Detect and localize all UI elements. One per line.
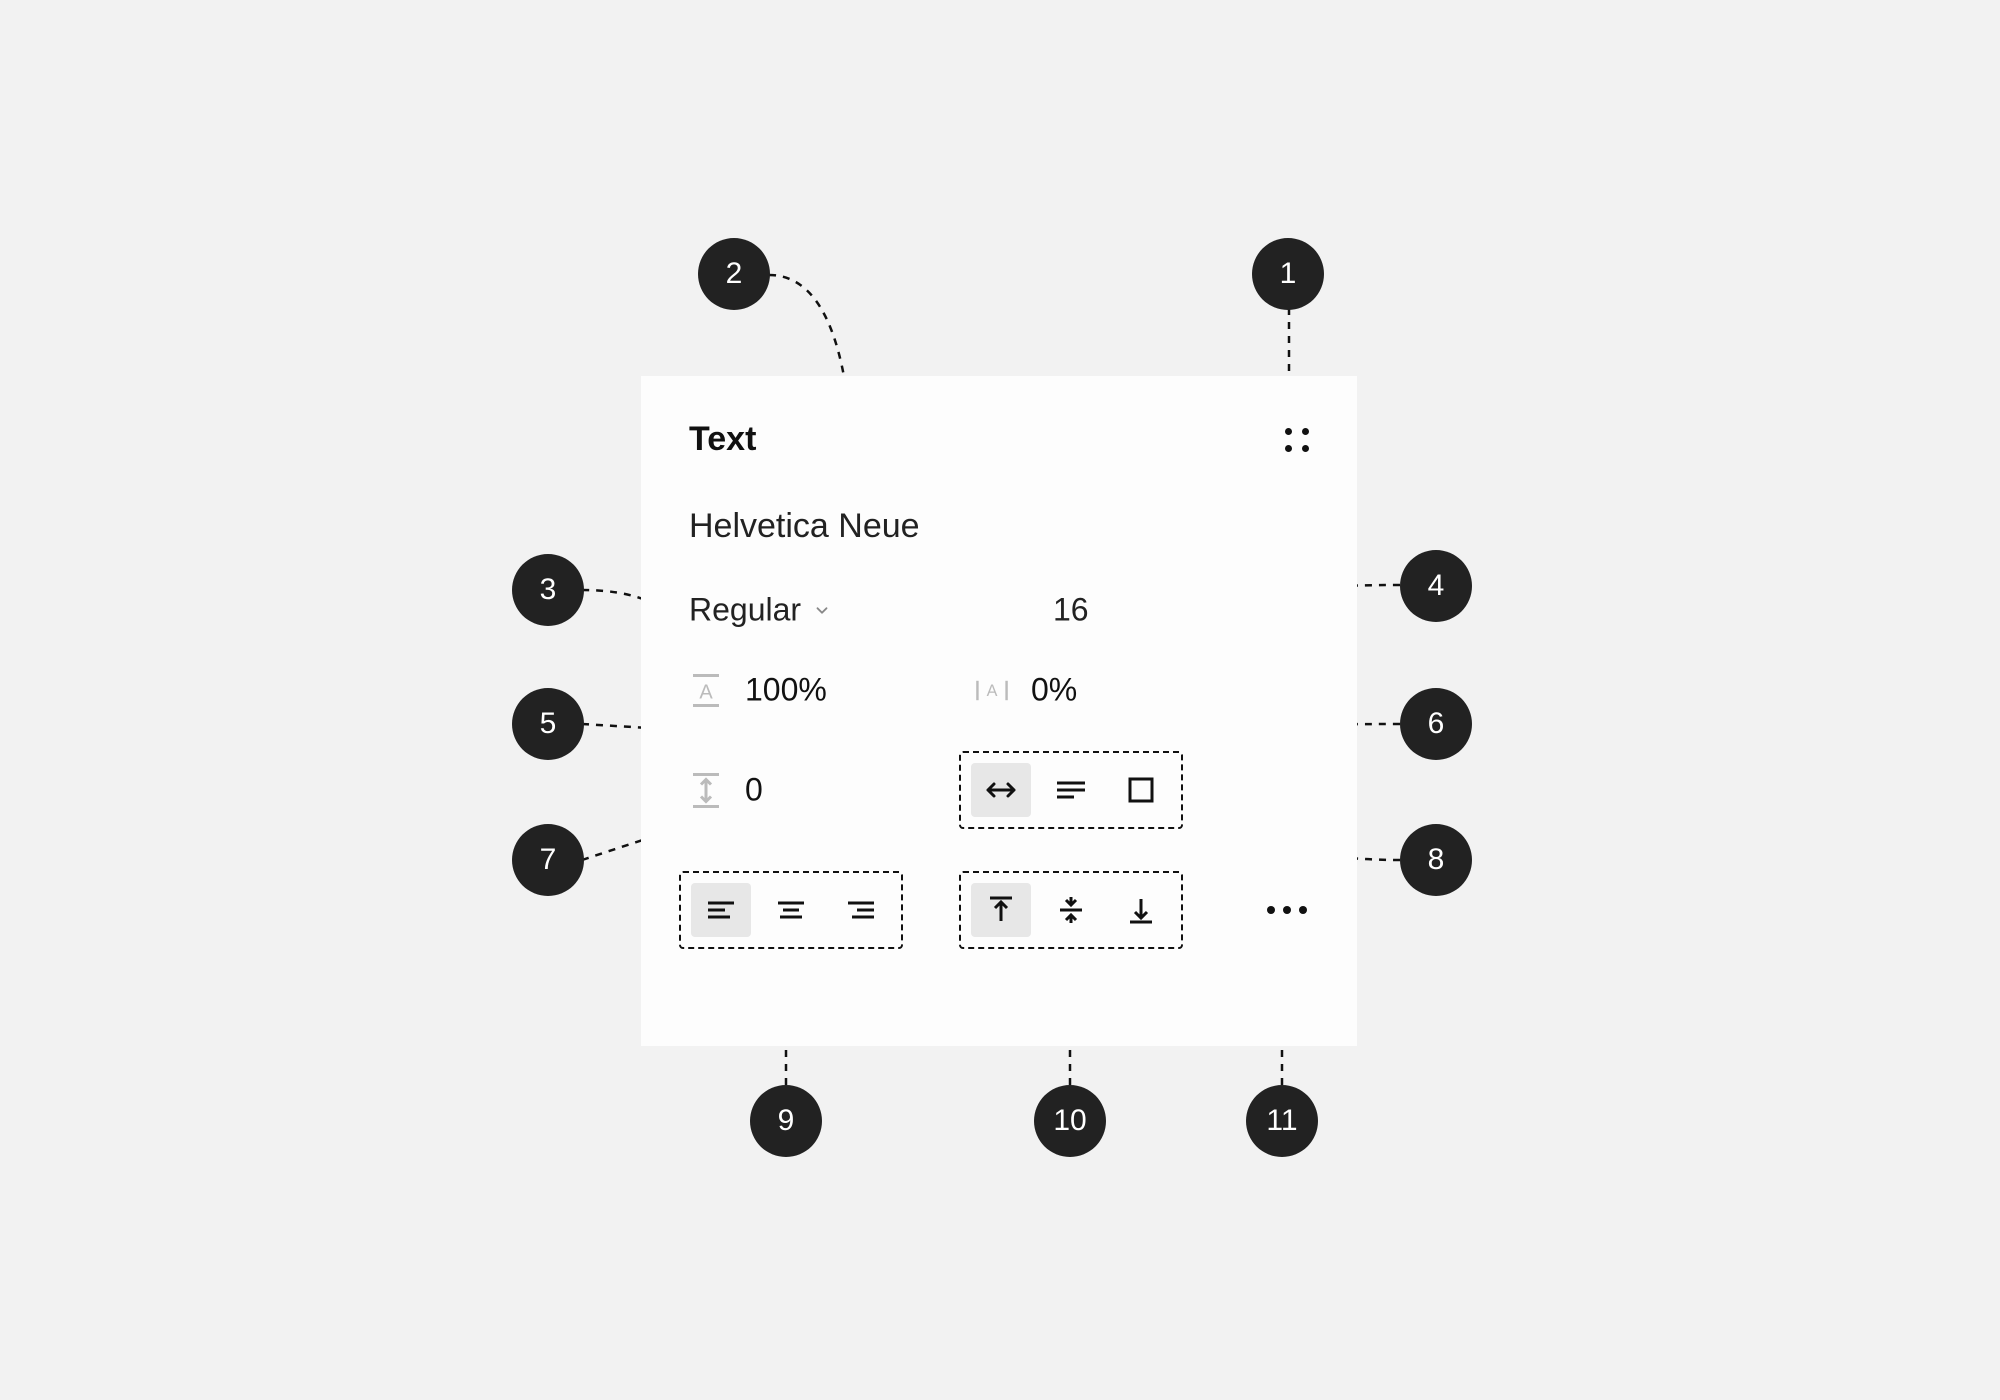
align-top-button[interactable] xyxy=(971,883,1031,937)
callout-badge-1: 1 xyxy=(1252,238,1324,310)
align-right-button[interactable] xyxy=(831,883,891,937)
vertical-align-group xyxy=(959,871,1183,949)
callout-badge-4: 4 xyxy=(1400,550,1472,622)
callout-badge-10: 10 xyxy=(1034,1085,1106,1157)
more-options-button[interactable] xyxy=(1267,906,1307,914)
chevron-down-icon xyxy=(813,601,831,619)
line-height-value: 100% xyxy=(745,672,827,709)
paragraph-spacing-icon xyxy=(689,773,723,807)
callout-badge-6: 6 xyxy=(1400,688,1472,760)
callout-badge-3: 3 xyxy=(512,554,584,626)
callout-badge-11: 11 xyxy=(1246,1085,1318,1157)
auto-height-button[interactable] xyxy=(1041,763,1101,817)
align-left-button[interactable] xyxy=(691,883,751,937)
font-size-input[interactable]: 16 xyxy=(1053,592,1089,629)
line-height-icon: A xyxy=(689,673,723,707)
align-bottom-button[interactable] xyxy=(1111,883,1171,937)
svg-text:A: A xyxy=(987,682,998,700)
text-properties-panel: Text Helvetica Neue Regular 16 A xyxy=(641,376,1357,1046)
letter-spacing-input[interactable]: A 0% xyxy=(975,672,1077,709)
svg-text:A: A xyxy=(699,681,713,703)
callout-badge-8: 8 xyxy=(1400,824,1472,896)
panel-header: Text xyxy=(689,420,1309,459)
panel-title: Text xyxy=(689,420,756,459)
auto-width-button[interactable] xyxy=(971,763,1031,817)
align-middle-button[interactable] xyxy=(1041,883,1101,937)
line-height-input[interactable]: A 100% xyxy=(689,672,827,709)
callout-badge-9: 9 xyxy=(750,1085,822,1157)
resize-mode-group xyxy=(959,751,1183,829)
callout-badge-7: 7 xyxy=(512,824,584,896)
paragraph-spacing-input[interactable]: 0 xyxy=(689,772,763,809)
text-styles-icon[interactable] xyxy=(1285,428,1309,452)
font-weight-select[interactable]: Regular xyxy=(689,592,831,629)
callout-badge-2: 2 xyxy=(698,238,770,310)
paragraph-spacing-value: 0 xyxy=(745,772,763,809)
font-family-select[interactable]: Helvetica Neue xyxy=(689,507,1309,546)
callout-badge-5: 5 xyxy=(512,688,584,760)
fixed-size-button[interactable] xyxy=(1111,763,1171,817)
align-center-button[interactable] xyxy=(761,883,821,937)
horizontal-align-group xyxy=(679,871,903,949)
letter-spacing-value: 0% xyxy=(1031,672,1077,709)
letter-spacing-icon: A xyxy=(975,673,1009,707)
font-weight-value: Regular xyxy=(689,592,801,629)
